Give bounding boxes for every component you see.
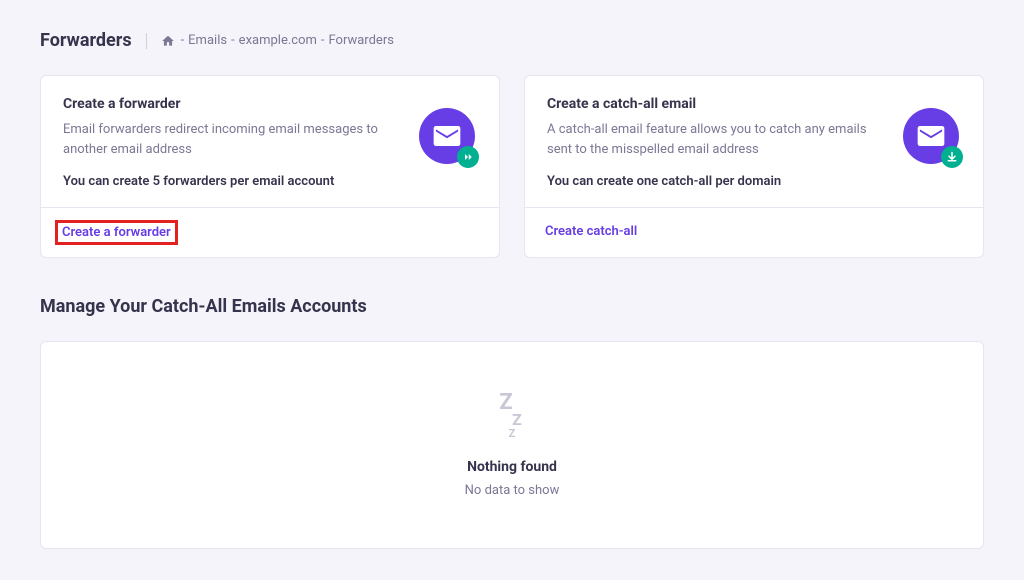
mail-icon xyxy=(917,126,945,146)
breadcrumb: - Emails - example.com - Forwarders xyxy=(161,33,394,48)
card-limit: You can create 5 forwarders per email ac… xyxy=(63,174,477,189)
card-desc: Email forwarders redirect incoming email… xyxy=(63,120,383,160)
create-forwarder-button[interactable]: Create a forwarder xyxy=(55,220,178,245)
breadcrumb-current: Forwarders xyxy=(328,33,393,48)
breadcrumb-sep: - xyxy=(321,33,325,48)
mail-icon xyxy=(433,126,461,146)
card-body: Create a catch-all email A catch-all ema… xyxy=(525,76,983,207)
page-title: Forwarders xyxy=(40,30,132,51)
cards-row: Create a forwarder Email forwarders redi… xyxy=(40,75,984,258)
empty-state-title: Nothing found xyxy=(467,459,557,475)
empty-state-subtitle: No data to show xyxy=(465,483,560,498)
card-body: Create a forwarder Email forwarders redi… xyxy=(41,76,499,207)
page-header: Forwarders - Emails - example.com - Forw… xyxy=(40,30,984,51)
card-footer: Create a forwarder xyxy=(41,207,499,257)
card-desc: A catch-all email feature allows you to … xyxy=(547,120,867,160)
section-title-manage: Manage Your Catch-All Emails Accounts xyxy=(40,296,984,317)
breadcrumb-divider xyxy=(146,33,147,49)
sleep-icon: Z Z Z xyxy=(500,392,524,439)
breadcrumb-sep: - xyxy=(231,33,235,48)
card-limit: You can create one catch-all per domain xyxy=(547,174,961,189)
card-footer: Create catch-all xyxy=(525,207,983,255)
home-icon[interactable] xyxy=(161,34,175,48)
mail-forward-icon xyxy=(419,108,475,164)
download-badge-icon xyxy=(941,146,963,168)
card-create-forwarder: Create a forwarder Email forwarders redi… xyxy=(40,75,500,258)
card-icon xyxy=(419,108,475,164)
forward-badge-icon xyxy=(457,146,479,168)
card-title: Create a forwarder xyxy=(63,96,477,112)
card-title: Create a catch-all email xyxy=(547,96,961,112)
breadcrumb-domain[interactable]: example.com xyxy=(239,33,317,48)
card-icon xyxy=(903,108,959,164)
catchall-accounts-panel: Z Z Z Nothing found No data to show xyxy=(40,341,984,549)
card-create-catchall: Create a catch-all email A catch-all ema… xyxy=(524,75,984,258)
create-catchall-button[interactable]: Create catch-all xyxy=(539,220,643,243)
breadcrumb-sep: - xyxy=(181,33,185,48)
breadcrumb-emails[interactable]: Emails xyxy=(188,33,227,48)
mail-catchall-icon xyxy=(903,108,959,164)
